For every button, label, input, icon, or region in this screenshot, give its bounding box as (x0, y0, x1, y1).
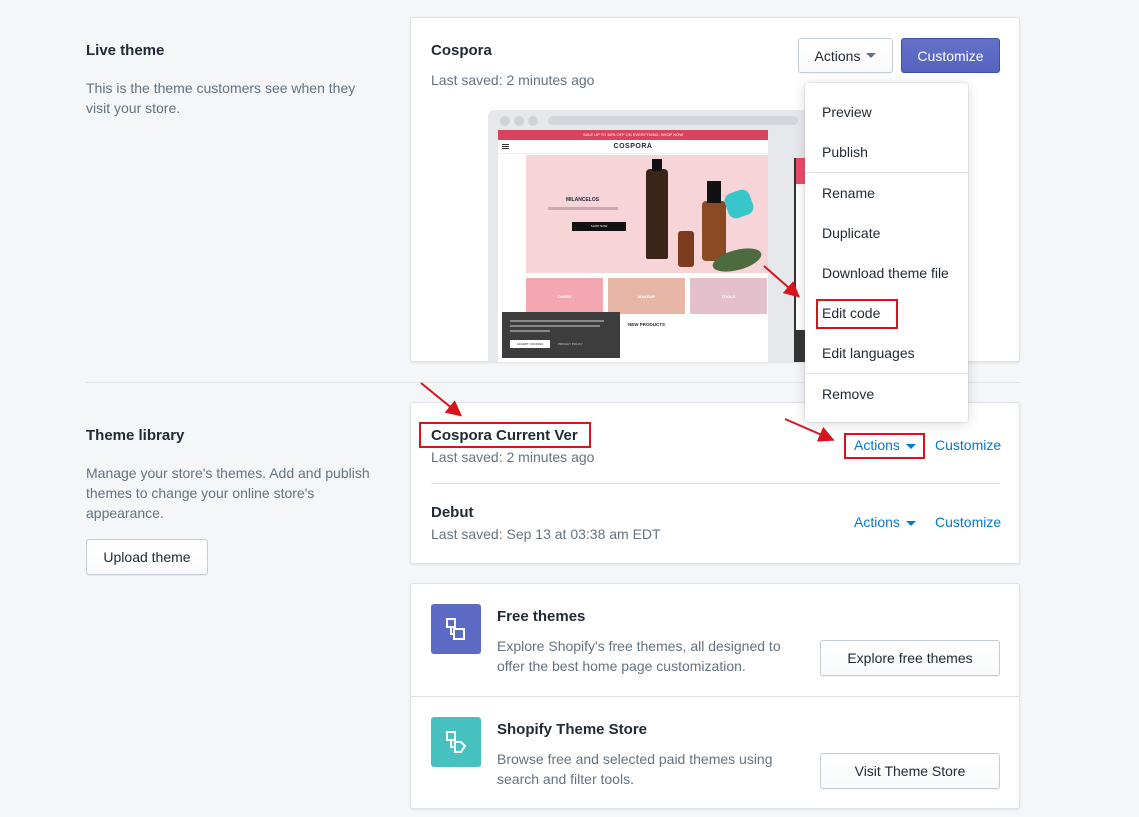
arrow-to-actions (784, 418, 835, 442)
annotation-arrows (420, 265, 835, 442)
arrow-to-edit-code (763, 265, 801, 298)
arrow-to-theme-name (420, 382, 463, 417)
